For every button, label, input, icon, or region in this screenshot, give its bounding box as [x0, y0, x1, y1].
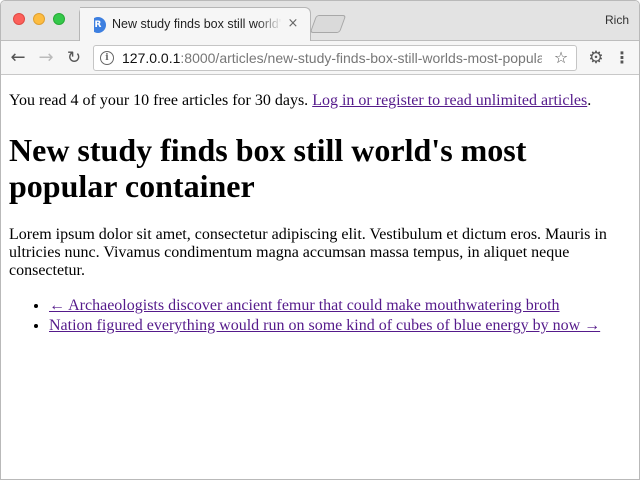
paywall-end: . — [587, 92, 592, 109]
url-host: 127.0.0.1 — [122, 50, 181, 66]
new-tab-button[interactable] — [309, 15, 347, 33]
list-item: Nation figured everything would run on s… — [49, 316, 631, 336]
back-arrow-icon[interactable]: ← — [7, 47, 29, 69]
related-articles-list: ← Archaeologists discover ancient femur … — [9, 296, 631, 336]
window-minimize-button[interactable] — [33, 13, 45, 25]
url-path: :8000/articles/new-study-finds-box-still… — [180, 50, 542, 66]
browser-window: R New study finds box still world's most… — [0, 0, 640, 480]
article-body: Lorem ipsum dolor sit amet, consectetur … — [9, 226, 607, 279]
page-content: You read 4 of your 10 free articles for … — [1, 76, 639, 479]
window-maximize-button[interactable] — [53, 13, 65, 25]
article-headline: New study finds box still world's most p… — [9, 132, 527, 204]
forward-arrow-icon[interactable]: → — [35, 47, 57, 69]
menu-icon[interactable]: ⋮ — [611, 47, 633, 69]
profile-name[interactable]: Rich — [605, 13, 629, 27]
favicon-icon: R — [90, 17, 106, 33]
url-text[interactable]: 127.0.0.1:8000/articles/new-study-finds-… — [122, 50, 542, 68]
window-close-button[interactable] — [13, 13, 25, 25]
bookmark-star-icon[interactable]: ☆ — [552, 48, 570, 68]
list-item: ← Archaeologists discover ancient femur … — [49, 296, 631, 316]
tab-title: New study finds box still world's most p… — [112, 17, 282, 31]
paywall-text: You read 4 of your 10 free articles for … — [9, 92, 313, 109]
login-register-link[interactable]: Log in or register to read unlimited art… — [312, 92, 587, 109]
tab-active[interactable]: R New study finds box still world's most… — [79, 7, 311, 41]
address-bar[interactable]: i 127.0.0.1:8000/articles/new-study-find… — [93, 45, 577, 71]
title-bar: R New study finds box still world's most… — [1, 1, 639, 41]
paywall-notice: You read 4 of your 10 free articles for … — [9, 92, 631, 110]
info-icon[interactable]: i — [100, 51, 114, 65]
browser-toolbar: ← → ↻ i 127.0.0.1:8000/articles/new-stud… — [1, 41, 639, 75]
reload-icon[interactable]: ↻ — [63, 47, 85, 69]
close-icon[interactable]: × — [286, 16, 300, 31]
next-article-link[interactable]: Nation figured everything would run on s… — [49, 317, 600, 334]
gear-icon[interactable]: ⚙ — [585, 47, 607, 69]
previous-article-link[interactable]: ← Archaeologists discover ancient femur … — [49, 297, 560, 314]
